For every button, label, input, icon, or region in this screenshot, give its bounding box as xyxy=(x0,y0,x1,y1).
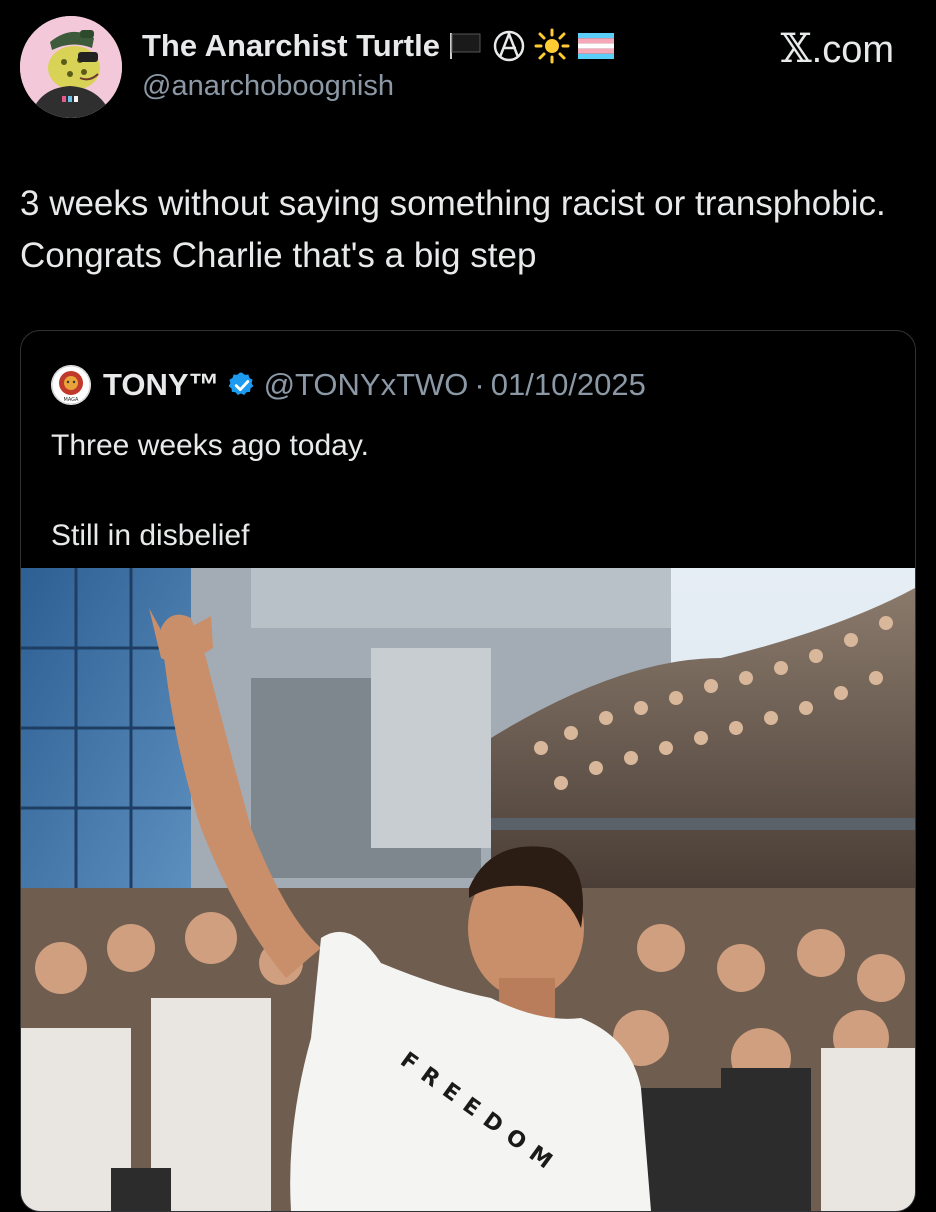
black-flag-icon xyxy=(448,29,484,63)
sun-icon xyxy=(534,28,570,64)
quoted-author-handle[interactable]: @TONYxTWO xyxy=(264,367,469,403)
quoted-author-display-name[interactable]: TONY™ xyxy=(103,367,220,403)
x-logo-icon: 𝕏 xyxy=(780,26,812,72)
quoted-tweet-date[interactable]: 01/10/2025 xyxy=(491,367,646,403)
quoted-author-avatar[interactable]: MAGA xyxy=(51,365,91,405)
x-com-watermark: 𝕏.com xyxy=(781,26,894,72)
tweet-text: 3 weeks without saying something racist … xyxy=(20,184,886,275)
author-display-name[interactable]: The Anarchist Turtle xyxy=(142,28,440,64)
quoted-avatar-text: MAGA xyxy=(64,397,80,403)
quoted-tweet-card[interactable]: MAGA TONY™ @TONYxTWO · 01/10/2025 Three … xyxy=(20,330,916,1212)
dot-separator: · xyxy=(474,367,485,402)
author-handle[interactable]: @anarchoboognish xyxy=(142,70,614,103)
quoted-tweet-photo[interactable]: FREEDOM xyxy=(21,568,915,1211)
verified-badge-icon xyxy=(228,371,256,399)
quoted-tweet-text: Three weeks ago today. Still in disbelie… xyxy=(51,429,369,552)
author-avatar[interactable] xyxy=(20,16,122,118)
brand-suffix: .com xyxy=(811,29,894,71)
quoted-tweet-header: MAGA TONY™ @TONYxTWO · 01/10/2025 xyxy=(51,365,646,405)
anarchy-a-icon xyxy=(492,29,526,63)
transgender-flag-icon xyxy=(577,29,614,63)
tweet-header: The Anarchist Turtle @anarchoboognish 𝕏.… xyxy=(20,16,916,120)
